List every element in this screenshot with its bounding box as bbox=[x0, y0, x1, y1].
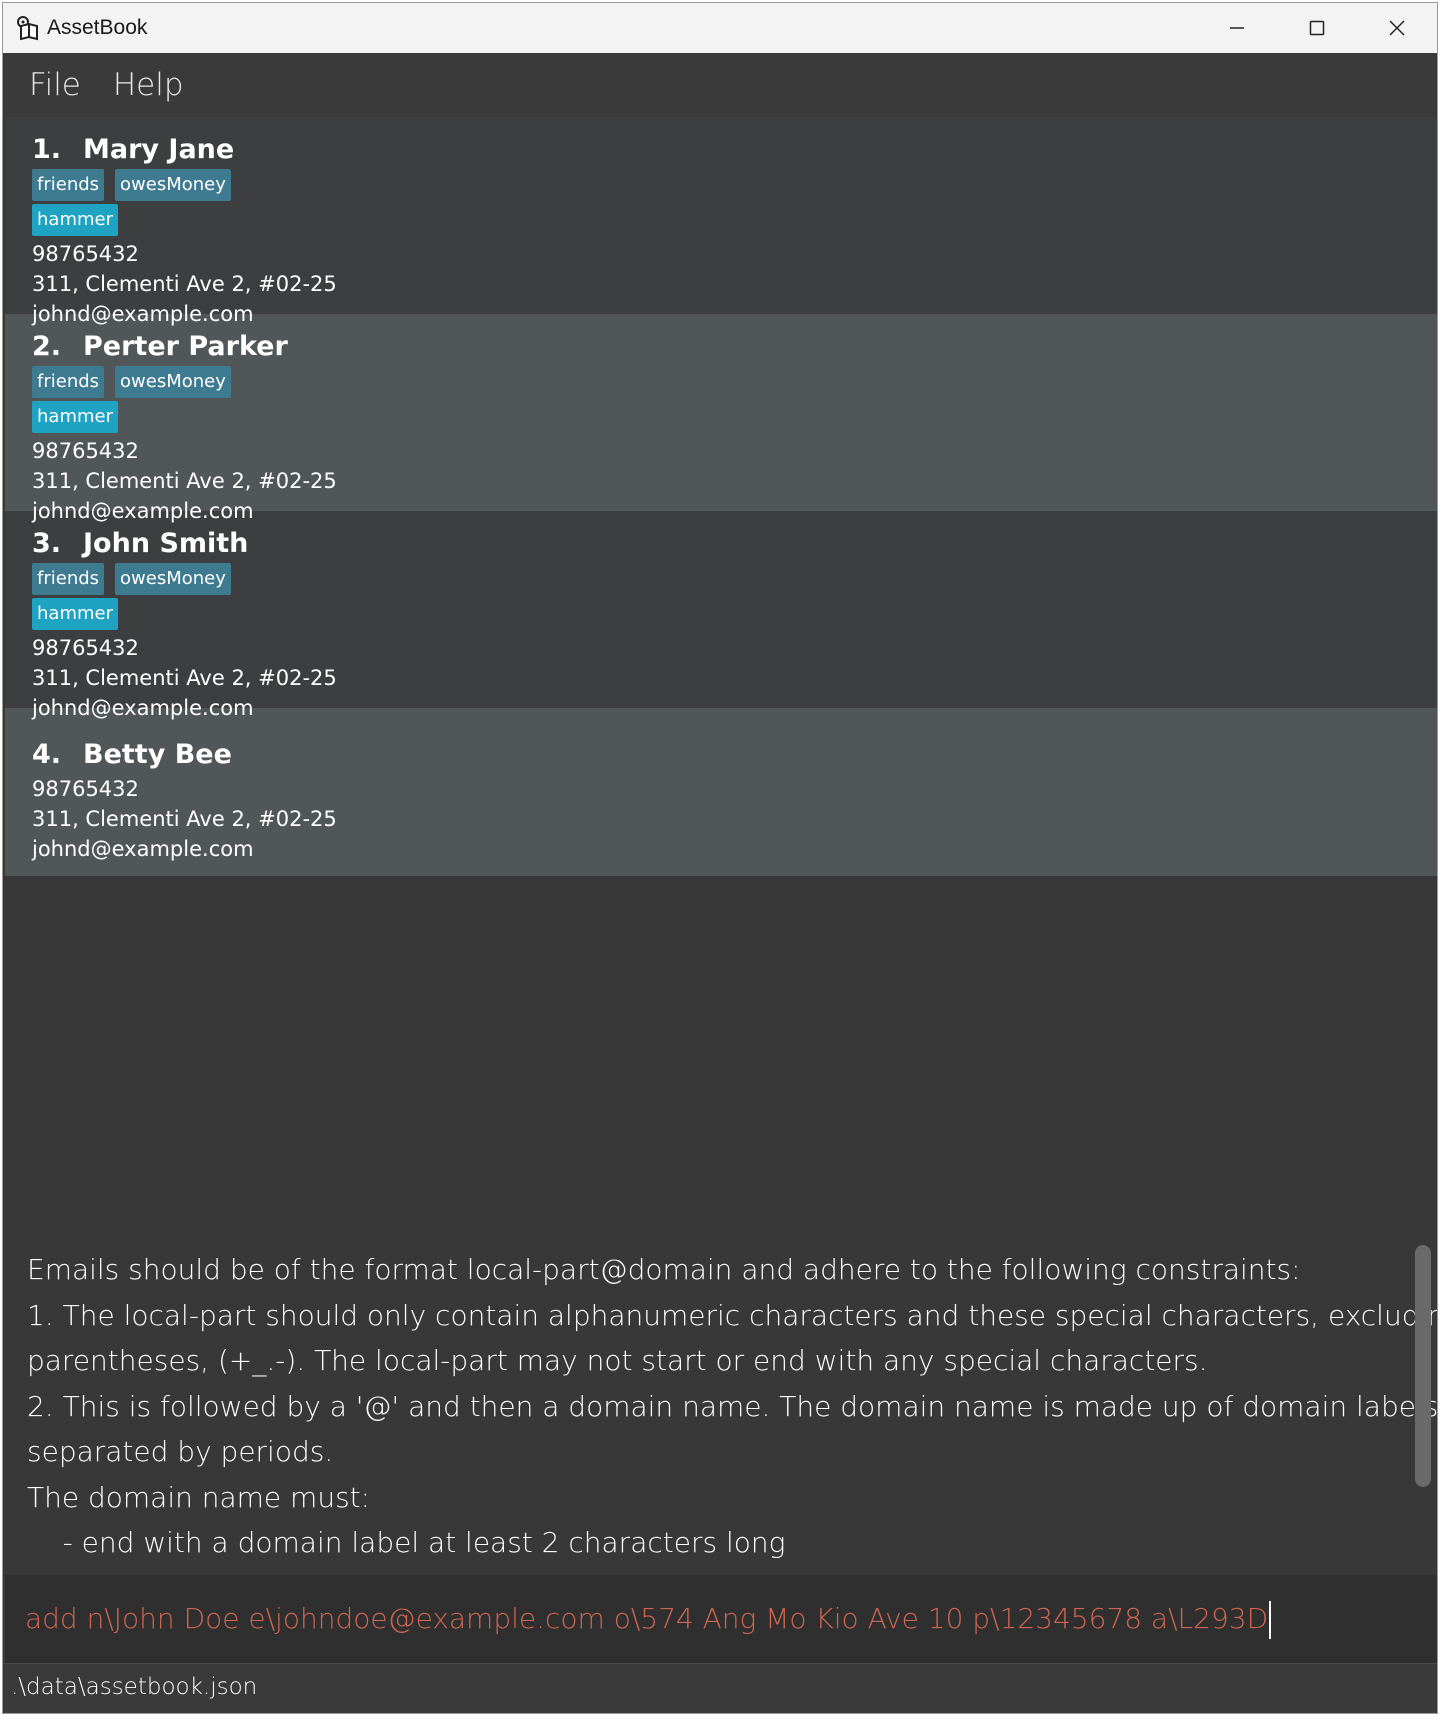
tag-badge: owesMoney bbox=[115, 366, 231, 398]
minimize-button[interactable] bbox=[1197, 3, 1277, 53]
result-line: 1. The local-part should only contain al… bbox=[27, 1298, 1437, 1332]
command-text: add n\John Doe e\johndoe@example.com o\5… bbox=[25, 1602, 1269, 1635]
person-name: 2. Perter Parker bbox=[32, 328, 1437, 366]
result-line: parentheses, (+_.-). The local-part may … bbox=[27, 1344, 1208, 1377]
app-logo-icon bbox=[17, 16, 38, 41]
tag-list: friends owesMoney hammer bbox=[32, 169, 252, 239]
result-line: - end with a domain label at least 2 cha… bbox=[27, 1526, 786, 1559]
result-line: Emails should be of the format local-par… bbox=[27, 1253, 1301, 1286]
result-line: separated by periods. bbox=[27, 1435, 334, 1468]
person-name-text: Mary Jane bbox=[83, 134, 235, 165]
maximize-icon bbox=[1309, 20, 1325, 36]
person-card[interactable]: 4. Betty Bee 98765432 311, Clementi Ave 2, … bbox=[5, 708, 1437, 876]
result-line: The domain name must: bbox=[27, 1480, 371, 1514]
tag-badge: owesMoney bbox=[115, 169, 231, 201]
maximize-button[interactable] bbox=[1277, 3, 1357, 53]
tag-badge: friends bbox=[32, 366, 105, 398]
menu-bar: File Help bbox=[3, 53, 1437, 117]
text-caret bbox=[1269, 1601, 1272, 1639]
tag-badge: owesMoney bbox=[115, 563, 231, 595]
person-name-text: Perter Parker bbox=[83, 331, 288, 362]
person-index: 3. bbox=[32, 528, 62, 559]
status-bar: .\data\assetbook.json bbox=[3, 1663, 1437, 1713]
person-card[interactable]: 1. Mary Jane friends owesMoney hammer 9876543… bbox=[5, 117, 1437, 326]
tag-badge: friends bbox=[32, 169, 105, 201]
result-display: Emails should be of the format local-par… bbox=[5, 1235, 1437, 1575]
result-message: Emails should be of the format local-par… bbox=[27, 1247, 1437, 1566]
person-index: 2. bbox=[32, 331, 62, 362]
tag-badge: friends bbox=[32, 563, 105, 595]
tag-badge: hammer bbox=[32, 204, 118, 236]
person-index: 1. bbox=[32, 134, 62, 165]
window-title: AssetBook bbox=[47, 16, 148, 39]
person-card[interactable]: 3. John Smith friends owesMoney hammer 987654… bbox=[5, 511, 1437, 720]
result-line: 2. This is followed by a '@' and then a … bbox=[27, 1389, 1437, 1423]
app-window: AssetBook File Help 1. Mary Jane friends… bbox=[2, 2, 1438, 1714]
person-phone: 98765432 bbox=[32, 439, 139, 463]
window-controls bbox=[1197, 3, 1437, 53]
tag-badge: hammer bbox=[32, 598, 118, 630]
close-button[interactable] bbox=[1357, 3, 1437, 53]
command-input[interactable]: add n\John Doe e\johndoe@example.com o\5… bbox=[25, 1595, 1272, 1643]
tag-badge: hammer bbox=[32, 401, 118, 433]
person-address: 311, Clementi Ave 2, #02-25 bbox=[32, 469, 337, 493]
person-address: 311, Clementi Ave 2, #02-25 bbox=[32, 666, 337, 690]
person-phone: 98765432 bbox=[32, 777, 139, 801]
title-bar[interactable]: AssetBook bbox=[3, 3, 1437, 53]
person-name: 4. Betty Bee bbox=[32, 736, 1437, 774]
save-location: .\data\assetbook.json bbox=[11, 1674, 258, 1700]
person-name: 1. Mary Jane bbox=[32, 131, 1437, 169]
person-email: johnd@example.com bbox=[32, 837, 254, 861]
person-card[interactable]: 2. Perter Parker friends owesMoney hammer 987… bbox=[5, 314, 1437, 523]
person-list[interactable]: 1. Mary Jane friends owesMoney hammer 9876543… bbox=[5, 117, 1437, 876]
tag-list: friends owesMoney hammer bbox=[32, 563, 252, 633]
person-phone: 98765432 bbox=[32, 242, 139, 266]
result-scrollbar[interactable] bbox=[1415, 1245, 1431, 1487]
close-icon bbox=[1389, 20, 1405, 36]
person-index: 4. bbox=[32, 739, 62, 770]
command-box[interactable]: add n\John Doe e\johndoe@example.com o\5… bbox=[5, 1575, 1437, 1663]
person-name-text: Betty Bee bbox=[83, 739, 232, 770]
person-phone: 98765432 bbox=[32, 636, 139, 660]
person-address: 311, Clementi Ave 2, #02-25 bbox=[32, 807, 337, 831]
person-address: 311, Clementi Ave 2, #02-25 bbox=[32, 272, 337, 296]
minimize-icon bbox=[1230, 27, 1244, 29]
person-name-text: John Smith bbox=[83, 528, 249, 559]
person-name: 3. John Smith bbox=[32, 525, 1437, 563]
menu-file[interactable]: File bbox=[13, 67, 97, 103]
menu-help[interactable]: Help bbox=[97, 67, 200, 103]
tag-list: friends owesMoney hammer bbox=[32, 366, 252, 436]
